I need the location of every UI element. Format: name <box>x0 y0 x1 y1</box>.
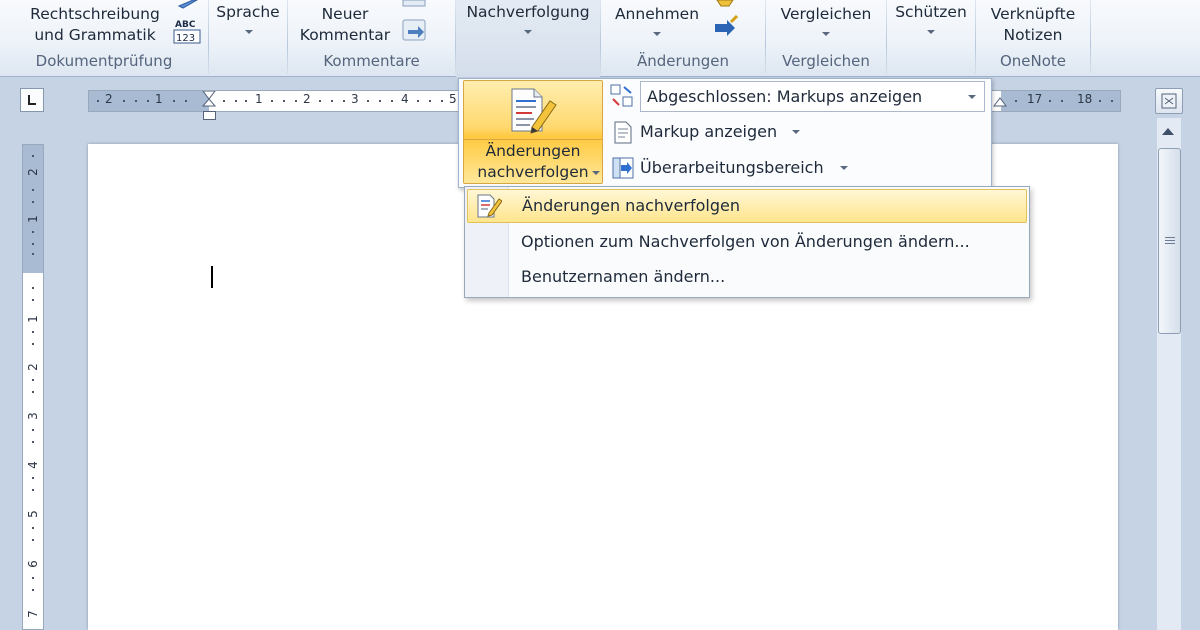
vruler-number: 1 <box>26 215 40 223</box>
combo-caret-icon <box>968 95 976 99</box>
ruler-number: 1 <box>255 92 263 106</box>
show-markup-icon <box>614 121 632 144</box>
menu-item-label: Optionen zum Nachverfolgen von Änderunge… <box>521 232 970 251</box>
scrollbar-thumb[interactable] <box>1158 148 1181 334</box>
vruler-number: 2 <box>26 363 40 371</box>
group-tracking: Nachverfolgung <box>456 0 600 77</box>
reviewing-pane-icon <box>612 157 634 179</box>
vruler-number: 4 <box>26 461 40 469</box>
group-onenote: Verknüpfte Notizen OneNote <box>976 0 1090 77</box>
vruler-number: 6 <box>26 560 40 568</box>
track-changes-caret-icon[interactable] <box>592 171 600 175</box>
ruler-number: 18 <box>1077 92 1093 106</box>
spelling-grammar-button[interactable]: Rechtschreibung und Grammatik <box>14 4 176 46</box>
left-indent-box-icon[interactable] <box>203 111 216 120</box>
menu-item-label: Änderungen nachverfolgen <box>522 196 740 215</box>
group-language: Sprache <box>209 0 287 77</box>
reviewing-pane-label: Überarbeitungsbereich <box>640 158 824 177</box>
ruler-number: 2 <box>105 92 113 106</box>
menu-item-label: Benutzernamen ändern... <box>521 267 726 286</box>
show-markup-caret-icon[interactable] <box>792 130 800 134</box>
right-indent-marker-icon[interactable] <box>993 91 1007 111</box>
group-label-changes: Änderungen <box>637 52 729 70</box>
tracking-caret-icon <box>524 30 532 34</box>
linked-notes-button[interactable]: Verknüpfte Notizen <box>976 4 1090 46</box>
show-markup-label: Markup anzeigen <box>640 122 778 141</box>
group-proofing: Rechtschreibung und Grammatik ABC 123 Do… <box>0 0 208 77</box>
reviewing-pane-caret-icon[interactable] <box>840 166 848 170</box>
vertical-scrollbar[interactable] <box>1155 88 1185 630</box>
text-cursor <box>211 266 213 288</box>
abc-text: ABC <box>175 20 196 30</box>
language-caret-icon <box>245 30 253 34</box>
group-protect: Schützen <box>887 0 975 77</box>
ruler-number: 1 <box>155 92 163 106</box>
group-compare: Vergleichen Vergleichen <box>766 0 886 77</box>
ruler-number: 4 <box>401 92 409 106</box>
track-changes-icon <box>511 88 557 134</box>
accept-caret-icon <box>653 32 661 36</box>
group-changes: Annehmen Änderungen <box>601 0 765 77</box>
group-label-compare: Vergleichen <box>782 52 870 70</box>
menu-item-change-user-name[interactable]: Benutzernamen ändern... <box>467 260 1027 294</box>
ruler-toggle-icon <box>1161 93 1177 109</box>
ruler-number: 3 <box>351 92 359 106</box>
group-comments: Neuer Kommentar Kommentare <box>288 0 455 77</box>
new-comment-button[interactable]: Neuer Kommentar <box>290 4 400 46</box>
protect-button[interactable]: Schützen <box>887 2 975 23</box>
ribbon: Rechtschreibung und Grammatik ABC 123 Do… <box>0 0 1200 77</box>
ruler-number: 17 <box>1027 92 1043 106</box>
reviewing-pane-button[interactable]: Überarbeitungsbereich <box>640 153 824 183</box>
comment-icons <box>402 0 426 41</box>
indent-marker-icon[interactable] <box>202 91 218 111</box>
tab-stop-selector[interactable] <box>20 88 44 112</box>
language-button[interactable]: Sprache <box>209 2 287 23</box>
track-changes-small-icon <box>477 194 502 218</box>
group-label-proofing: Dokumentprüfung <box>35 52 173 70</box>
tracking-button[interactable]: Nachverfolgung <box>456 2 600 23</box>
track-changes-menu: Änderungen nachverfolgen Optionen zum Na… <box>464 186 1030 298</box>
vruler-number: 7 <box>26 610 40 618</box>
compare-button[interactable]: Vergleichen <box>766 4 886 25</box>
ruler-number: 2 <box>303 92 311 106</box>
vruler-number: 3 <box>26 412 40 420</box>
menu-item-change-tracking-options[interactable]: Optionen zum Nachverfolgen von Änderunge… <box>467 225 1027 259</box>
show-markup-button[interactable]: Markup anzeigen <box>640 117 777 147</box>
display-for-review-select[interactable]: Abgeschlossen: Markups anzeigen <box>640 81 985 112</box>
group-label-comments: Kommentare <box>323 52 420 70</box>
scroll-up-arrow-icon[interactable] <box>1162 128 1174 135</box>
vruler-number: 1 <box>26 315 40 323</box>
display-for-review-value: Abgeschlossen: Markups anzeigen <box>647 87 923 106</box>
compare-caret-icon <box>822 32 830 36</box>
protect-caret-icon <box>927 30 935 34</box>
track-changes-label[interactable]: Änderungen nachverfolgen <box>463 141 603 183</box>
num-text: 123 <box>176 33 195 44</box>
change-nav-icons <box>715 0 739 36</box>
spelling-icon: ABC 123 <box>173 0 201 44</box>
group-label-onenote: OneNote <box>999 52 1067 70</box>
ruler-number: 5 <box>449 92 457 106</box>
vertical-ruler[interactable]: 2 1 1 2 3 4 5 6 7 <box>22 144 44 630</box>
vruler-number: 2 <box>26 168 40 176</box>
menu-item-track-changes[interactable]: Änderungen nachverfolgen <box>467 189 1027 223</box>
display-review-icon <box>610 84 633 107</box>
vruler-number: 5 <box>26 510 40 518</box>
accept-button[interactable]: Annehmen <box>601 4 713 25</box>
view-ruler-button[interactable] <box>1155 88 1183 114</box>
